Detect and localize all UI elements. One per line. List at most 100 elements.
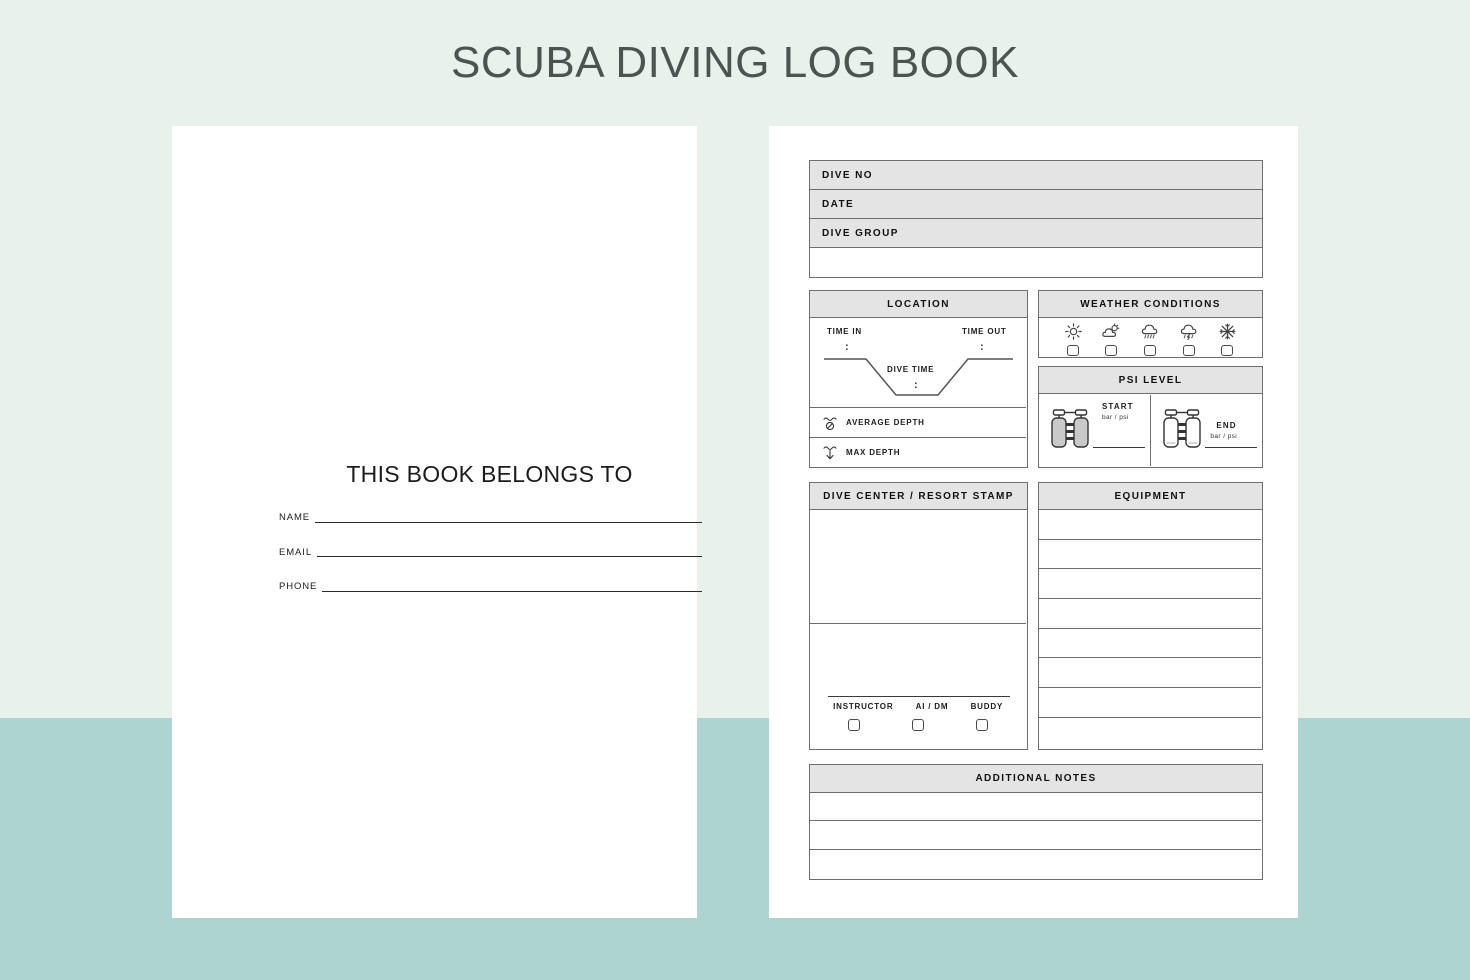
date-row[interactable]: DATE (809, 189, 1263, 219)
notes-row[interactable] (810, 850, 1261, 878)
equipment-header: EQUIPMENT (1039, 483, 1262, 510)
rain-cloud-icon (1141, 323, 1160, 340)
belongs-to-heading: THIS BOOK BELONGS TO (346, 461, 633, 487)
buddy-checkbox[interactable] (976, 719, 989, 731)
instructor-label: INSTRUCTOR (833, 702, 894, 711)
max-depth-label: MAX DEPTH (846, 447, 901, 457)
dive-profile-polyline (824, 358, 1013, 396)
equipment-row[interactable] (1039, 629, 1262, 659)
weather-title: WEATHER CONDITIONS (1080, 298, 1221, 310)
dive-center-stamp-title: DIVE CENTER / RESORT STAMP (823, 490, 1014, 502)
psi-end-unit: bar / psi (1210, 433, 1238, 440)
equipment-rows (1039, 510, 1262, 748)
equipment-row[interactable] (1039, 540, 1262, 570)
psi-header: PSI LEVEL (1039, 367, 1262, 394)
dive-time-label: DIVE TIME (887, 365, 935, 374)
equipment-row[interactable] (1039, 718, 1261, 748)
weather-option-sunny[interactable] (1064, 323, 1082, 356)
owner-name-field[interactable]: NAME (277, 513, 702, 523)
sun-behind-cloud-icon (1101, 323, 1121, 340)
owner-name-label: NAME (279, 512, 311, 523)
signature-line[interactable] (828, 696, 1010, 698)
additional-notes-rows (810, 793, 1262, 878)
owner-email-writing-line[interactable] (317, 555, 702, 557)
owner-phone-field[interactable]: PHONE (277, 582, 702, 592)
additional-notes-header: ADDITIONAL NOTES (810, 765, 1262, 793)
equipment-row[interactable] (1039, 510, 1262, 540)
psi-level-section: PSI LEVEL START bar / psi END bar / psi (1038, 366, 1263, 468)
page-title: SCUBA DIVING LOG BOOK (451, 38, 1019, 87)
equipment-row[interactable] (1039, 658, 1262, 689)
weather-options (1039, 319, 1261, 356)
dive-center-stamp-header: DIVE CENTER / RESORT STAMP (810, 483, 1027, 510)
weather-header: WEATHER CONDITIONS (1039, 291, 1262, 318)
weather-option-storm[interactable] (1180, 323, 1199, 356)
psi-body: START bar / psi END bar / psi (1039, 395, 1261, 466)
date-label: DATE (822, 198, 855, 210)
psi-end-label: END (1216, 421, 1237, 430)
equipment-title: EQUIPMENT (1114, 490, 1187, 502)
psi-end-group[interactable]: END bar / psi (1151, 395, 1261, 466)
additional-notes-section: ADDITIONAL NOTES (809, 764, 1263, 880)
snowflake-icon (1219, 323, 1236, 340)
max-depth-icon (822, 444, 838, 461)
notes-row[interactable] (810, 821, 1262, 850)
weather-checkbox-rain[interactable] (1144, 345, 1157, 356)
location-section: LOCATION TIME IN : TIME OUT : DIVE TIME … (809, 290, 1028, 468)
instructor-checkbox[interactable] (848, 719, 861, 731)
dive-no-row[interactable]: DIVE NO (809, 160, 1263, 190)
book-owner-block: THIS BOOK BELONGS TO NAME EMAIL PHONE (277, 461, 702, 592)
dive-group-row[interactable]: DIVE GROUP (809, 218, 1263, 248)
dive-time-value[interactable]: : (914, 380, 918, 391)
right-page: DIVE NO DATE DIVE GROUP LOCATION TIME IN… (769, 126, 1298, 918)
owner-phone-writing-line[interactable] (322, 590, 702, 592)
max-depth-row[interactable]: MAX DEPTH (810, 437, 1027, 466)
left-page: THIS BOOK BELONGS TO NAME EMAIL PHONE (172, 126, 702, 918)
location-title: LOCATION (887, 298, 950, 310)
psi-start-unit: bar / psi (1102, 414, 1129, 421)
ai-dm-label: AI / DM (915, 702, 949, 711)
weather-option-snow[interactable] (1219, 323, 1236, 356)
location-header: LOCATION (810, 291, 1027, 318)
dive-center-stamp-section: DIVE CENTER / RESORT STAMP INSTRUCTOR AI… (809, 482, 1028, 750)
owner-email-field[interactable]: EMAIL (277, 546, 702, 558)
equipment-row[interactable] (1039, 599, 1262, 629)
equipment-row[interactable] (1039, 569, 1262, 600)
psi-start-group[interactable]: START bar / psi (1039, 395, 1150, 466)
weather-option-partly-cloudy[interactable] (1101, 323, 1121, 356)
owner-phone-label: PHONE (279, 581, 318, 592)
weather-option-rain[interactable] (1141, 323, 1160, 356)
signature-role-labels: INSTRUCTOR AI / DM BUDDY (810, 702, 1026, 711)
owner-email-label: EMAIL (279, 546, 313, 558)
notes-row[interactable] (810, 793, 1262, 822)
average-depth-icon (822, 415, 838, 432)
weather-checkbox-snow[interactable] (1221, 345, 1234, 356)
scuba-tanks-empty-icon (1161, 407, 1205, 451)
additional-notes-title: ADDITIONAL NOTES (975, 773, 1097, 784)
psi-start-label: START (1102, 402, 1134, 411)
dive-no-label: DIVE NO (822, 169, 873, 181)
psi-end-input-line[interactable] (1205, 447, 1258, 449)
weather-checkbox-partly-cloudy[interactable] (1105, 345, 1118, 356)
ai-dm-checkbox[interactable] (912, 719, 925, 731)
psi-title: PSI LEVEL (1118, 374, 1183, 386)
signature-area: INSTRUCTOR AI / DM BUDDY (810, 623, 1027, 748)
average-depth-label: AVERAGE DEPTH (846, 418, 925, 427)
sun-icon (1064, 323, 1082, 340)
buddy-label: BUDDY (970, 702, 1004, 711)
equipment-section: EQUIPMENT (1038, 482, 1263, 750)
dive-profile-graph[interactable]: TIME IN : TIME OUT : DIVE TIME : (810, 318, 1026, 407)
scuba-tanks-full-icon (1049, 407, 1093, 451)
weather-checkbox-sunny[interactable] (1067, 345, 1080, 356)
equipment-row[interactable] (1039, 688, 1262, 718)
weather-checkbox-storm[interactable] (1183, 345, 1196, 356)
average-depth-row[interactable]: AVERAGE DEPTH (810, 407, 1027, 437)
signature-role-checkboxes (810, 719, 1026, 731)
dive-group-entry-row[interactable] (809, 247, 1263, 278)
dive-group-label: DIVE GROUP (822, 227, 899, 239)
stamp-area[interactable] (810, 510, 1026, 623)
weather-conditions-section: WEATHER CONDITIONS (1038, 290, 1263, 358)
storm-cloud-icon (1180, 323, 1199, 340)
owner-name-writing-line[interactable] (315, 521, 702, 523)
psi-start-input-line[interactable] (1093, 447, 1145, 449)
